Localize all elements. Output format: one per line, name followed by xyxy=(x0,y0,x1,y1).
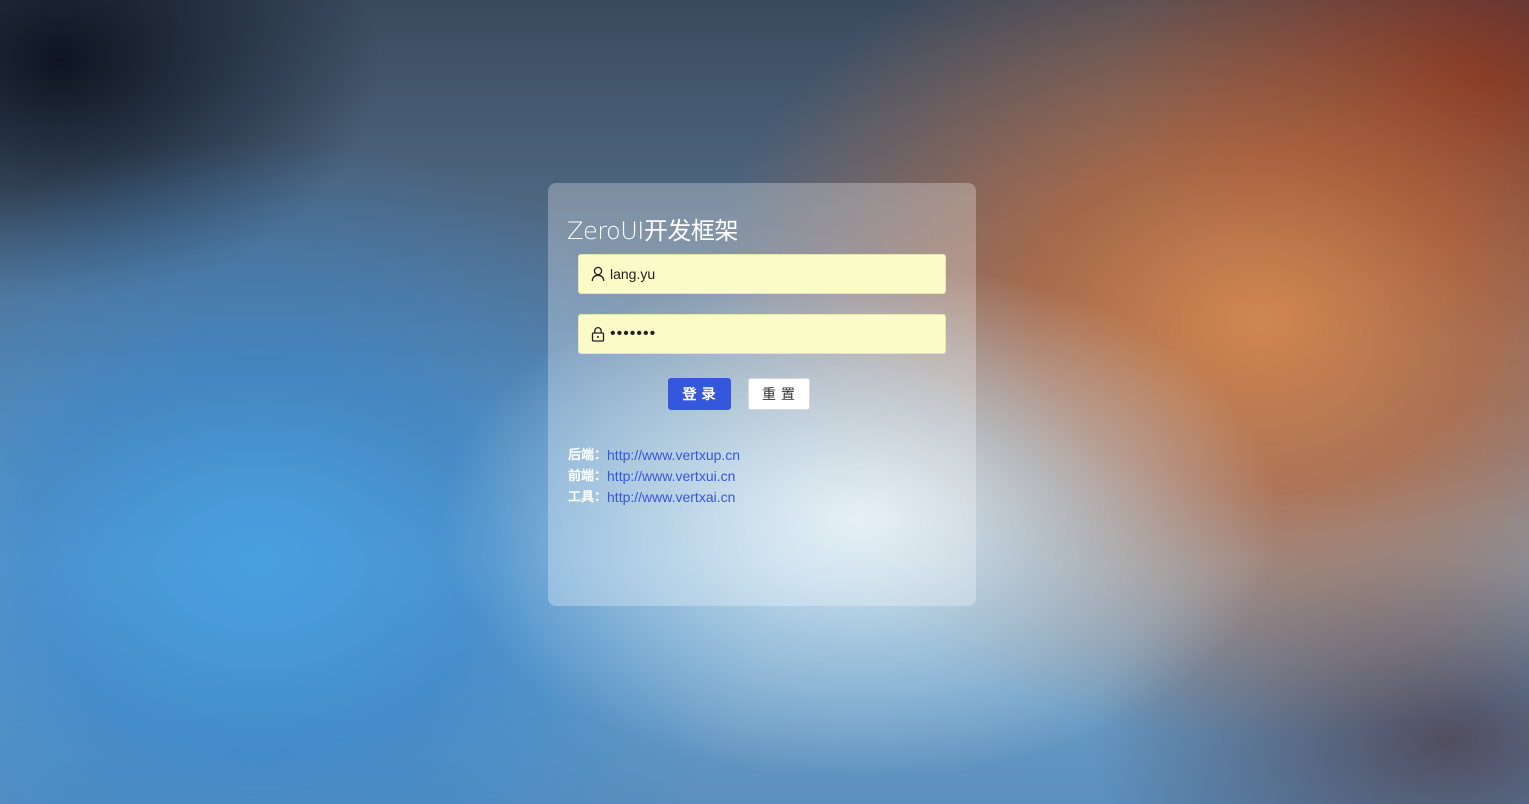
link-label: 前端： xyxy=(568,469,608,484)
reset-button[interactable]: 重置 xyxy=(748,378,810,410)
password-field[interactable] xyxy=(578,314,946,354)
user-icon xyxy=(591,266,605,282)
username-field[interactable] xyxy=(578,254,946,294)
link-label: 后端： xyxy=(568,448,608,463)
link-label: 工具： xyxy=(568,490,608,505)
lock-icon xyxy=(591,326,605,342)
login-button[interactable]: 登录 xyxy=(668,378,731,410)
password-input[interactable] xyxy=(610,315,930,353)
login-card: ZeroUI开发框架 登录 重置 后端： http://www.vertxup.… xyxy=(548,183,976,606)
frontend-link[interactable]: http://www.vertxui.cn xyxy=(607,466,735,487)
username-input[interactable] xyxy=(610,255,930,293)
login-title: ZeroUI开发框架 xyxy=(567,217,738,245)
link-list: 后端： http://www.vertxup.cn 前端： http://www… xyxy=(568,445,740,508)
list-item: 工具： http://www.vertxai.cn xyxy=(568,487,740,508)
tools-link[interactable]: http://www.vertxai.cn xyxy=(607,487,735,508)
list-item: 后端： http://www.vertxup.cn xyxy=(568,445,740,466)
backend-link[interactable]: http://www.vertxup.cn xyxy=(607,445,740,466)
list-item: 前端： http://www.vertxui.cn xyxy=(568,466,740,487)
